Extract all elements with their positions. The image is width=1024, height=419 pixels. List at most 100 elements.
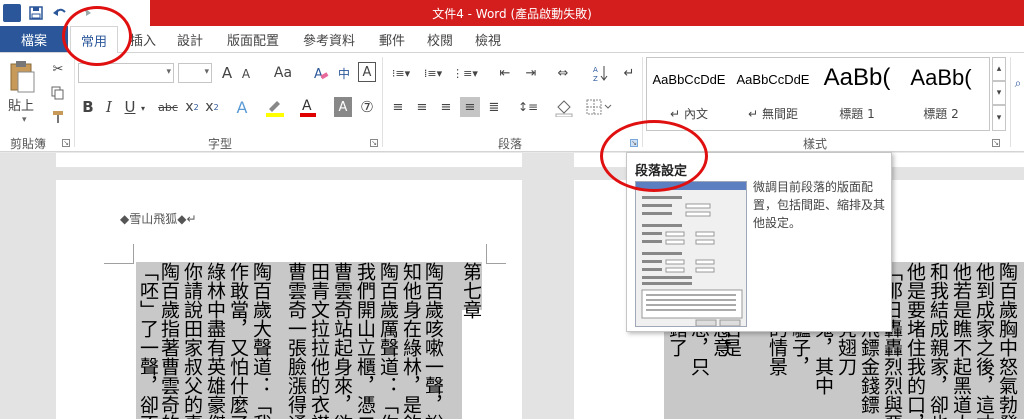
grow-font-icon[interactable]: A bbox=[218, 63, 236, 83]
font-launcher-icon[interactable]: ↘ bbox=[370, 139, 378, 147]
distribute-icon[interactable]: ≣ bbox=[484, 97, 504, 117]
highlight-color-icon[interactable] bbox=[264, 97, 286, 117]
bold-button[interactable]: B bbox=[80, 97, 96, 117]
cut-icon[interactable]: ✂ bbox=[48, 59, 68, 79]
tab-mailings[interactable]: 郵件 bbox=[370, 26, 414, 52]
text-effects-icon[interactable]: A bbox=[232, 97, 252, 117]
font-name-combo[interactable]: ▾ bbox=[78, 63, 174, 83]
annotation-circle-home-tab bbox=[62, 6, 132, 66]
chevron-down-icon: ▾ bbox=[204, 67, 209, 77]
align-center-icon[interactable]: ≡ bbox=[412, 97, 432, 117]
line-spacing-icon[interactable]: ↕≡ bbox=[514, 97, 542, 117]
clear-formatting-icon[interactable]: A bbox=[312, 63, 330, 83]
tab-view[interactable]: 檢視 bbox=[466, 26, 510, 52]
text-column[interactable]: 陶百歲指著曹雲奇的鼻子 bbox=[158, 262, 180, 419]
text-column[interactable]: 第七章 bbox=[460, 262, 482, 419]
format-painter-icon[interactable] bbox=[48, 107, 68, 127]
multilevel-list-icon[interactable]: ⋮≡▾ bbox=[450, 63, 480, 83]
text-column[interactable]: 他到成家之後，這才洗手 bbox=[973, 262, 995, 419]
text-column[interactable]: 綠林中盡有英雄豪傑，誰 bbox=[204, 262, 226, 419]
text-column[interactable]: 「呸」了一聲，卻不答話 bbox=[137, 262, 159, 419]
align-right-icon[interactable]: ≡ bbox=[436, 97, 456, 117]
shading-icon[interactable] bbox=[550, 97, 578, 117]
margin-corner-mark bbox=[486, 244, 506, 264]
styles-scroll-down-icon[interactable]: ▾ bbox=[992, 81, 1006, 105]
chevron-down-icon: ▾ bbox=[166, 67, 171, 77]
align-left-icon[interactable]: ≡ bbox=[388, 97, 408, 117]
group-label-styles: 樣式 bbox=[802, 137, 827, 151]
numbering-icon[interactable]: ⁞≡▾ bbox=[418, 63, 448, 83]
text-column[interactable]: 陶百歲咳嗽一聲，說道 bbox=[422, 262, 444, 419]
paste-dropdown-icon[interactable]: ▾ bbox=[22, 115, 27, 125]
chevron-down-icon[interactable]: ▾ bbox=[139, 101, 147, 115]
subscript-button[interactable]: x2 bbox=[184, 97, 200, 117]
change-case-button[interactable]: Aa bbox=[270, 63, 296, 83]
margin-corner-mark bbox=[104, 244, 134, 264]
styles-gallery[interactable]: AaBbCcDdE ↵ 內文 AaBbCcDdE ↵ 無間距 AaBb( 標題 … bbox=[646, 57, 990, 131]
subscript-label: x bbox=[185, 99, 194, 115]
styles-launcher-icon[interactable]: ↘ bbox=[992, 139, 1000, 147]
style-no-spacing[interactable]: AaBbCcDdE ↵ 無間距 bbox=[731, 58, 815, 130]
style-sample: AaBbCcDdE bbox=[652, 72, 726, 87]
text-column[interactable]: 他若是瞧不起黑道人物 bbox=[950, 262, 972, 419]
show-hide-marks-icon[interactable]: ↵ bbox=[618, 63, 640, 83]
borders-icon[interactable] bbox=[584, 97, 614, 117]
tab-references[interactable]: 參考資料 bbox=[294, 26, 364, 52]
enclose-characters-icon[interactable]: ⑦ bbox=[358, 97, 376, 117]
find-icon[interactable]: ⌕ bbox=[1012, 73, 1024, 93]
paragraph-dialog-preview-icon bbox=[635, 181, 747, 327]
group-label-clipboard: 剪貼簿 bbox=[9, 137, 46, 151]
phonetic-guide-button[interactable]: 中 bbox=[334, 63, 354, 83]
text-column[interactable]: 田青文拉拉他的衣襟，低 bbox=[308, 262, 330, 419]
font-size-combo[interactable]: ▾ bbox=[178, 63, 212, 83]
style-sample: AaBb( bbox=[910, 65, 972, 90]
strikethrough-button[interactable]: abc bbox=[156, 97, 180, 117]
underline-button[interactable]: U bbox=[122, 97, 138, 117]
clipboard-launcher-icon[interactable]: ↘ bbox=[62, 139, 70, 147]
svg-text:A: A bbox=[593, 66, 598, 74]
increase-indent-icon[interactable]: ⇥ bbox=[520, 63, 542, 83]
style-name-label: 無間距 bbox=[761, 107, 798, 121]
style-heading-1[interactable]: AaBb( 標題 1 bbox=[815, 58, 899, 130]
shrink-font-icon[interactable]: A bbox=[238, 65, 254, 83]
paragraph-mark: ↵ bbox=[670, 107, 681, 121]
style-heading-2[interactable]: AaBb( 標題 2 bbox=[899, 58, 983, 130]
styles-more-icon[interactable]: ▾ bbox=[992, 105, 1006, 131]
text-column[interactable]: 我們開山立櫃，憑二刀一 bbox=[354, 262, 376, 419]
text-column[interactable]: 他是要堵住我的口，要我 bbox=[904, 262, 926, 419]
tab-layout[interactable]: 版面配置 bbox=[218, 26, 288, 52]
style-name: 標題 2 bbox=[923, 107, 959, 121]
text-column[interactable]: 曹雲奇站起身來，欲待還 bbox=[331, 262, 353, 419]
text-column[interactable]: 知他身在綠林，是欽馬川 bbox=[400, 262, 422, 419]
styles-scroll-up-icon[interactable]: ▴ bbox=[992, 57, 1006, 81]
window-title: 文件4 - Word (產品啟動失敗) bbox=[432, 7, 592, 21]
text-column[interactable]: 作敢當，又怕什麼了？」 bbox=[227, 262, 249, 419]
text-column[interactable]: 你請說田家叔父的事吧 bbox=[181, 262, 203, 419]
italic-button[interactable]: I bbox=[102, 97, 116, 117]
superscript-button[interactable]: x2 bbox=[204, 97, 220, 117]
sort-icon[interactable]: AZ bbox=[590, 63, 612, 83]
font-color-label: A bbox=[302, 98, 312, 114]
character-shading-icon[interactable]: A bbox=[334, 97, 352, 117]
text-column[interactable]: 和我結成親家，卻也未必 bbox=[927, 262, 949, 419]
tooltip-description: 微調目前段落的版面配置，包括間距、縮排及其他設定。 bbox=[753, 180, 886, 230]
justify-icon[interactable]: ≡ bbox=[460, 97, 480, 117]
character-border-icon[interactable]: A bbox=[358, 62, 376, 82]
paste-icon[interactable] bbox=[6, 59, 38, 95]
distributed-icon[interactable]: ⇔ bbox=[552, 63, 574, 83]
tab-file[interactable]: 檔案 bbox=[0, 26, 68, 52]
group-label-font: 字型 bbox=[207, 137, 232, 151]
bullets-icon[interactable]: ⁝≡▾ bbox=[386, 63, 416, 83]
decrease-indent-icon[interactable]: ⇤ bbox=[494, 63, 516, 83]
text-column[interactable]: 陶百歲大聲道：「我陶百 bbox=[250, 262, 272, 419]
text-column[interactable]: 曹雲奇一張臉漲得通紅 bbox=[285, 262, 307, 419]
text-column[interactable]: 陶百歲胸中怒氣勃發，道 bbox=[996, 262, 1018, 419]
tab-design[interactable]: 設計 bbox=[168, 26, 212, 52]
style-normal[interactable]: AaBbCcDdE ↵ 內文 bbox=[647, 58, 731, 130]
font-color-icon[interactable]: A bbox=[298, 97, 318, 117]
tab-review[interactable]: 校閱 bbox=[418, 26, 462, 52]
paste-label[interactable]: 貼上 bbox=[8, 95, 34, 114]
copy-icon[interactable] bbox=[48, 83, 68, 103]
page-header-text: ◆雪山飛狐◆↵ bbox=[120, 212, 197, 226]
text-column[interactable]: 陶百歲厲聲道：「你聽不出我 bbox=[377, 262, 399, 419]
